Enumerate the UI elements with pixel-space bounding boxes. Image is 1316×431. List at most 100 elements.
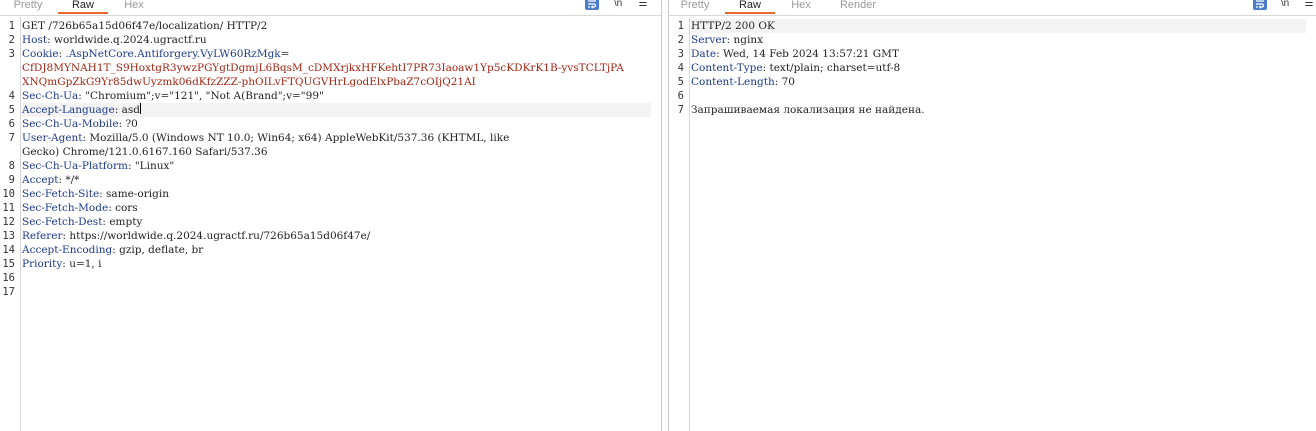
- header-accept-language[interactable]: Accept-Language: asd: [22, 103, 651, 117]
- header-value: text/plain; charset=utf-8: [769, 62, 901, 74]
- header-name: User-Agent: [22, 132, 83, 144]
- header-value: asd: [121, 104, 140, 116]
- header-name: Server: [691, 34, 727, 46]
- header-referer[interactable]: Referer: https://worldwide.q.2024.ugract…: [22, 229, 651, 243]
- line-number: 3: [677, 48, 684, 60]
- header-sec-ch-ua[interactable]: Sec-Ch-Ua: "Chromium";v="121", "Not A(Br…: [22, 89, 651, 103]
- line-number: 2: [8, 34, 15, 46]
- header-sec-ch-ua-platform[interactable]: Sec-Ch-Ua-Platform: "Linux": [22, 159, 651, 173]
- header-value: "Linux": [134, 160, 175, 172]
- line-number: 2: [677, 34, 684, 46]
- response-tab-render[interactable]: Render: [833, 0, 883, 13]
- line-number: 11: [2, 202, 15, 214]
- line-number: 3: [8, 48, 15, 60]
- line-number: 8: [8, 160, 15, 172]
- header-name: Sec-Ch-Ua-Mobile: [22, 118, 119, 130]
- tab-divider: [0, 15, 661, 16]
- header-user-agent-continued[interactable]: Gecko) Chrome/121.0.6167.160 Safari/537.…: [22, 145, 651, 159]
- response-tab-pretty[interactable]: Pretty: [671, 0, 719, 13]
- cookie-value-line-1[interactable]: CfDJ8MYNAH1T_S9HoxtgR3ywzPGYgtDgmjL6BqsM…: [22, 61, 651, 75]
- header-sec-fetch-mode[interactable]: Sec-Fetch-Mode: cors: [22, 201, 651, 215]
- line-number: 16: [2, 272, 15, 284]
- header-name: Sec-Fetch-Dest: [22, 216, 103, 228]
- line-number: 5: [677, 76, 684, 88]
- line-number: 1: [8, 20, 15, 32]
- header-value: cors: [115, 202, 138, 214]
- line-number: 6: [677, 90, 684, 102]
- line-number: 12: [2, 216, 15, 228]
- line-number: 1: [677, 20, 684, 32]
- status-line[interactable]: HTTP/2 200 OK: [691, 19, 1306, 33]
- wrap-lines-icon[interactable]: [1253, 0, 1267, 10]
- header-name: Accept: [22, 174, 59, 186]
- header-value: worldwide.q.2024.ugractf.ru: [53, 34, 207, 46]
- header-priority[interactable]: Priority: u=1, i: [22, 257, 651, 271]
- menu-icon[interactable]: ☰: [1302, 0, 1316, 11]
- request-line[interactable]: GET /726b65a15d06f47e/localization/ HTTP…: [22, 19, 651, 33]
- header-name: Referer: [22, 230, 63, 242]
- line-number: 9: [8, 174, 15, 186]
- request-tab-pretty[interactable]: Pretty: [4, 0, 52, 13]
- header-name: Accept-Language: [22, 104, 115, 116]
- line-number: 10: [2, 188, 15, 200]
- response-body[interactable]: Запрашиваемая локализация не найдена.: [691, 103, 1306, 117]
- line-number: 6: [8, 118, 15, 130]
- header-sec-ch-ua-mobile[interactable]: Sec-Ch-Ua-Mobile: ?0: [22, 117, 651, 131]
- menu-icon[interactable]: ☰: [636, 0, 650, 11]
- line-number: 5: [8, 104, 15, 116]
- line-number: 13: [2, 230, 15, 242]
- header-host[interactable]: Host: worldwide.q.2024.ugractf.ru: [22, 33, 651, 47]
- tab-divider: [669, 15, 1316, 16]
- header-content-type[interactable]: Content-Type: text/plain; charset=utf-8: [691, 61, 1306, 75]
- header-sec-fetch-dest[interactable]: Sec-Fetch-Dest: empty: [22, 215, 651, 229]
- show-newlines-button[interactable]: \n: [611, 0, 625, 11]
- line-number: 14: [2, 244, 15, 256]
- line-number: 7: [677, 104, 684, 116]
- header-accept-encoding[interactable]: Accept-Encoding: gzip, deflate, br: [22, 243, 651, 257]
- header-date[interactable]: Date: Wed, 14 Feb 2024 13:57:21 GMT: [691, 47, 1306, 61]
- request-tab-raw[interactable]: Raw: [58, 0, 108, 14]
- header-value: */*: [65, 174, 80, 186]
- response-viewer-pane: Pretty Raw Hex Render \n ☰ 1 2 3 4 5 6 7…: [668, 0, 1316, 431]
- text-cursor: [140, 103, 141, 114]
- header-value: Wed, 14 Feb 2024 13:57:21 GMT: [723, 48, 899, 60]
- header-value: nginx: [733, 34, 764, 46]
- header-value: 70: [781, 76, 795, 88]
- cookie-key: .AspNetCore.Antiforgery.VyLW60RzMgk: [65, 48, 281, 60]
- header-accept[interactable]: Accept: */*: [22, 173, 651, 187]
- header-user-agent[interactable]: User-Agent: Mozilla/5.0 (Windows NT 10.0…: [22, 131, 651, 145]
- line-number: 4: [677, 62, 684, 74]
- request-tab-hex[interactable]: Hex: [114, 0, 154, 13]
- cookie-value-line-2[interactable]: XNQmGpZkG9Yr85dwUyzmk06dKfzZZZ-phOILvFTQ…: [22, 75, 651, 89]
- response-tab-raw[interactable]: Raw: [725, 0, 775, 14]
- request-line-gutter: 1 2 3 4 5 6 7 8 9 10 11 12 13 14 15 16 1…: [0, 17, 21, 431]
- response-tab-hex[interactable]: Hex: [781, 0, 821, 13]
- line-number: 7: [8, 132, 15, 144]
- header-value: "Chromium";v="121", "Not A(Brand";v="99": [85, 90, 324, 102]
- line-number: 15: [2, 258, 15, 270]
- header-name: Content-Length: [691, 76, 775, 88]
- header-value: Mozilla/5.0 (Windows NT 10.0; Win64; x64…: [89, 132, 510, 144]
- header-cookie[interactable]: Cookie: .AspNetCore.Antiforgery.VyLW60Rz…: [22, 47, 651, 61]
- line-number: 17: [2, 286, 15, 298]
- header-name: Content-Type: [691, 62, 763, 74]
- response-tab-bar: Pretty Raw Hex Render \n ☰: [669, 0, 1316, 16]
- request-editor-pane: Pretty Raw Hex \n ☰ 1 2 3 4 5 6 7 8 9 10…: [0, 0, 662, 431]
- request-tab-bar: Pretty Raw Hex \n ☰: [0, 0, 661, 16]
- header-sec-fetch-site[interactable]: Sec-Fetch-Site: same-origin: [22, 187, 651, 201]
- header-name: Priority: [22, 258, 63, 270]
- wrap-lines-icon[interactable]: [585, 0, 599, 10]
- header-name: Accept-Encoding: [22, 244, 113, 256]
- response-line-gutter: 1 2 3 4 5 6 7: [669, 17, 690, 431]
- header-name: Date: [691, 48, 717, 60]
- header-value: same-origin: [106, 188, 169, 200]
- line-number: 4: [8, 90, 15, 102]
- header-value: ?0: [125, 118, 138, 130]
- header-value: gzip, deflate, br: [119, 244, 204, 256]
- show-newlines-button[interactable]: \n: [1278, 0, 1292, 11]
- header-server[interactable]: Server: nginx: [691, 33, 1306, 47]
- header-name: Cookie: [22, 48, 59, 60]
- header-name: Sec-Ch-Ua-Platform: [22, 160, 128, 172]
- header-content-length[interactable]: Content-Length: 70: [691, 75, 1306, 89]
- header-name: Sec-Fetch-Site: [22, 188, 100, 200]
